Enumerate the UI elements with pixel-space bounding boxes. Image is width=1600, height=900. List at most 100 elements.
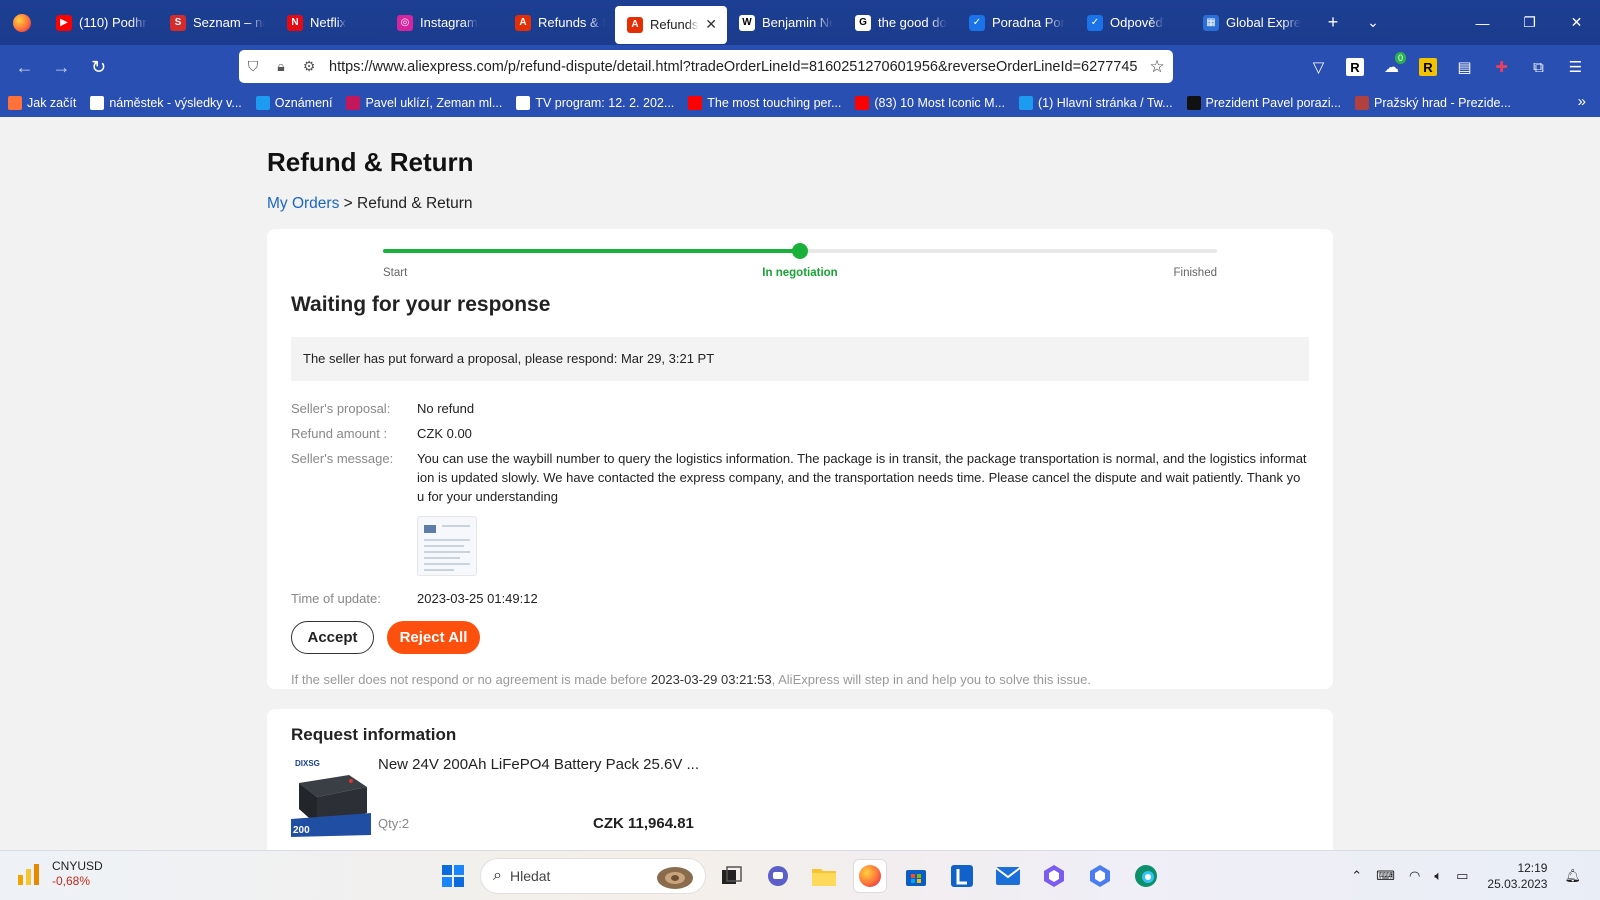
tab-favicon-icon: A <box>627 16 643 33</box>
file-explorer-icon[interactable] <box>808 860 840 892</box>
breadcrumb: My Orders > Refund & Return <box>267 195 473 213</box>
keyboard-icon[interactable]: ⌨ <box>1376 868 1395 884</box>
clock[interactable]: 12:19 25.03.2023 <box>1487 860 1547 892</box>
battery-icon[interactable]: ▭ <box>1456 868 1468 884</box>
extension-r-icon[interactable]: R <box>1346 58 1364 76</box>
bookmark-item[interactable]: Pražský hrad - Prezide... <box>1355 96 1511 110</box>
address-bar[interactable]: ⛉ 🔒︎ ⚙ https://www.aliexpress.com/p/refu… <box>239 50 1173 83</box>
tab-label: the good do <box>878 15 947 30</box>
page-title: Refund & Return <box>267 147 474 177</box>
firefox-logo-icon[interactable] <box>0 0 44 45</box>
tab-label: Instagram <box>420 15 478 30</box>
minimize-icon[interactable]: — <box>1459 0 1506 45</box>
refund-amount-label: Refund amount : <box>291 426 388 441</box>
more-bookmarks-icon[interactable]: » <box>1578 93 1586 110</box>
extension-cross-icon[interactable]: ✚ <box>1483 50 1520 84</box>
browser-tab[interactable]: ▦ Global Expre <box>1191 0 1313 45</box>
menu-icon[interactable]: ☰ <box>1557 50 1594 84</box>
product-name[interactable]: New 24V 200Ah LiFePO4 Battery Pack 25.6V… <box>378 756 699 773</box>
close-window-icon[interactable]: ✕ <box>1553 0 1600 45</box>
wifi-icon[interactable]: ◠ <box>1409 868 1420 884</box>
bookmark-favicon-icon <box>855 96 870 110</box>
browser-tab[interactable]: A Refunds & R <box>503 0 615 45</box>
new-tab-icon[interactable]: + <box>1313 0 1353 45</box>
url-text[interactable]: https://www.aliexpress.com/p/refund-disp… <box>323 59 1141 75</box>
proposal-value: No refund <box>417 401 475 416</box>
pocket-icon[interactable]: ▽ <box>1300 50 1337 84</box>
browser-tab[interactable]: N Netflix <box>275 0 385 45</box>
browser-tab[interactable]: ✓ Poradna Por <box>957 0 1075 45</box>
message-attachment-thumbnail[interactable] <box>417 516 477 576</box>
bookmark-item[interactable]: Pavel uklízí, Zeman ml... <box>346 96 502 110</box>
tab-label: Global Expre <box>1226 15 1302 30</box>
bookmark-item[interactable]: Jak začít <box>8 96 76 110</box>
browser-tab[interactable]: ▶ (110) Podhra <box>44 0 158 45</box>
start-icon[interactable] <box>437 860 469 892</box>
lock-icon[interactable]: 🔒︎ <box>267 58 295 75</box>
mail-icon[interactable] <box>992 860 1024 892</box>
product-image[interactable]: DIXSG 200 <box>291 757 371 837</box>
breadcrumb-current: Refund & Return <box>357 195 473 212</box>
tracking-shield-icon[interactable]: ⛉ <box>239 58 267 75</box>
extension-ry-icon[interactable]: R <box>1419 58 1437 76</box>
tab-label: Refunds & R <box>538 15 605 30</box>
bookmark-favicon-icon <box>8 96 22 110</box>
chat-icon[interactable] <box>762 860 794 892</box>
bookmark-item[interactable]: The most touching per... <box>688 96 841 110</box>
breadcrumb-my-orders-link[interactable]: My Orders <box>267 195 339 212</box>
bookmark-favicon-icon <box>1355 96 1370 110</box>
bookmark-label: Pražský hrad - Prezide... <box>1374 96 1511 110</box>
update-time-value: 2023-03-25 01:49:12 <box>417 591 538 606</box>
breadcrumb-separator: > <box>343 195 353 212</box>
copilot-icon[interactable] <box>1038 860 1070 892</box>
update-time-label: Time of update: <box>291 591 381 606</box>
step-finished: Finished <box>1173 267 1217 279</box>
store-icon[interactable] <box>900 860 932 892</box>
proposal-notice: The seller has put forward a proposal, p… <box>291 337 1309 381</box>
bookmark-star-icon[interactable]: ☆ <box>1141 57 1173 77</box>
l-app-icon[interactable] <box>946 860 978 892</box>
currency-widget[interactable]: CNYUSD -0,68% <box>16 859 103 889</box>
bookmark-item[interactable]: Oznámení <box>255 96 332 110</box>
search-highlight-icon <box>657 867 693 889</box>
browser-tab[interactable]: W Benjamin Ne <box>727 0 843 45</box>
permissions-icon[interactable]: ⚙ <box>295 58 323 75</box>
seller-message-label: Seller's message: <box>291 451 394 466</box>
bookmark-label: (1) Hlavní stránka / Tw... <box>1038 96 1173 110</box>
tab-favicon-icon: N <box>287 14 303 31</box>
search-icon: ⌕ <box>493 867 502 884</box>
edge-icon[interactable] <box>1130 860 1162 892</box>
close-tab-icon[interactable]: ✕ <box>705 16 717 33</box>
bookmark-item[interactable]: Prezident Pavel porazi... <box>1186 96 1341 110</box>
bookmark-item[interactable]: (1) Hlavní stránka / Tw... <box>1019 96 1173 110</box>
back-icon[interactable]: ← <box>6 50 43 84</box>
bookmark-item[interactable]: TV program: 12. 2. 202... <box>516 96 674 110</box>
notifications-icon[interactable]: 🔔︎ <box>1564 868 1581 884</box>
browser-tab[interactable]: ✓ Odpověď <box>1075 0 1191 45</box>
forward-icon[interactable]: → <box>43 50 80 84</box>
browser-tab[interactable]: ◎ Instagram <box>385 0 503 45</box>
browser-tab[interactable]: S Seznam – na <box>158 0 275 45</box>
volume-icon[interactable]: 🔈︎ <box>1434 868 1442 884</box>
reject-all-button[interactable]: Reject All <box>387 621 480 654</box>
copilot-alt-icon[interactable] <box>1084 860 1116 892</box>
task-view-icon[interactable] <box>716 860 748 892</box>
bookmark-label: Pavel uklízí, Zeman ml... <box>365 96 503 110</box>
list-all-tabs-icon[interactable]: ⌄ <box>1353 0 1393 45</box>
extension-badge-icon[interactable]: ☁ 0 <box>1373 50 1410 84</box>
reload-icon[interactable]: ↻ <box>80 50 117 84</box>
bookmark-item[interactable]: náměstek - výsledky v... <box>90 96 242 110</box>
product-price: CZK 11,964.81 <box>593 815 694 832</box>
firefox-taskbar-icon[interactable] <box>854 860 886 892</box>
navigation-bar: ← → ↻ ⛉ 🔒︎ ⚙ https://www.aliexpress.com/… <box>0 45 1600 89</box>
taskbar-search[interactable]: ⌕ Hledat <box>480 858 706 894</box>
show-hidden-icons-icon[interactable]: ⌃ <box>1351 868 1362 884</box>
browser-tab[interactable]: A Refunds & R ✕ <box>615 5 727 44</box>
extensions-puzzle-icon[interactable]: ⧉ <box>1520 50 1557 84</box>
bookmark-item[interactable]: (83) 10 Most Iconic M... <box>855 96 1005 110</box>
browser-tab[interactable]: Gthe good do <box>843 0 957 45</box>
reader-icon[interactable]: ▤ <box>1446 50 1483 84</box>
restore-icon[interactable]: ❐ <box>1506 0 1553 45</box>
tab-bar: ▶ (110) Podhra S Seznam – na N Netflix ◎ Instag… <box>0 0 1600 45</box>
accept-button[interactable]: Accept <box>291 621 374 654</box>
